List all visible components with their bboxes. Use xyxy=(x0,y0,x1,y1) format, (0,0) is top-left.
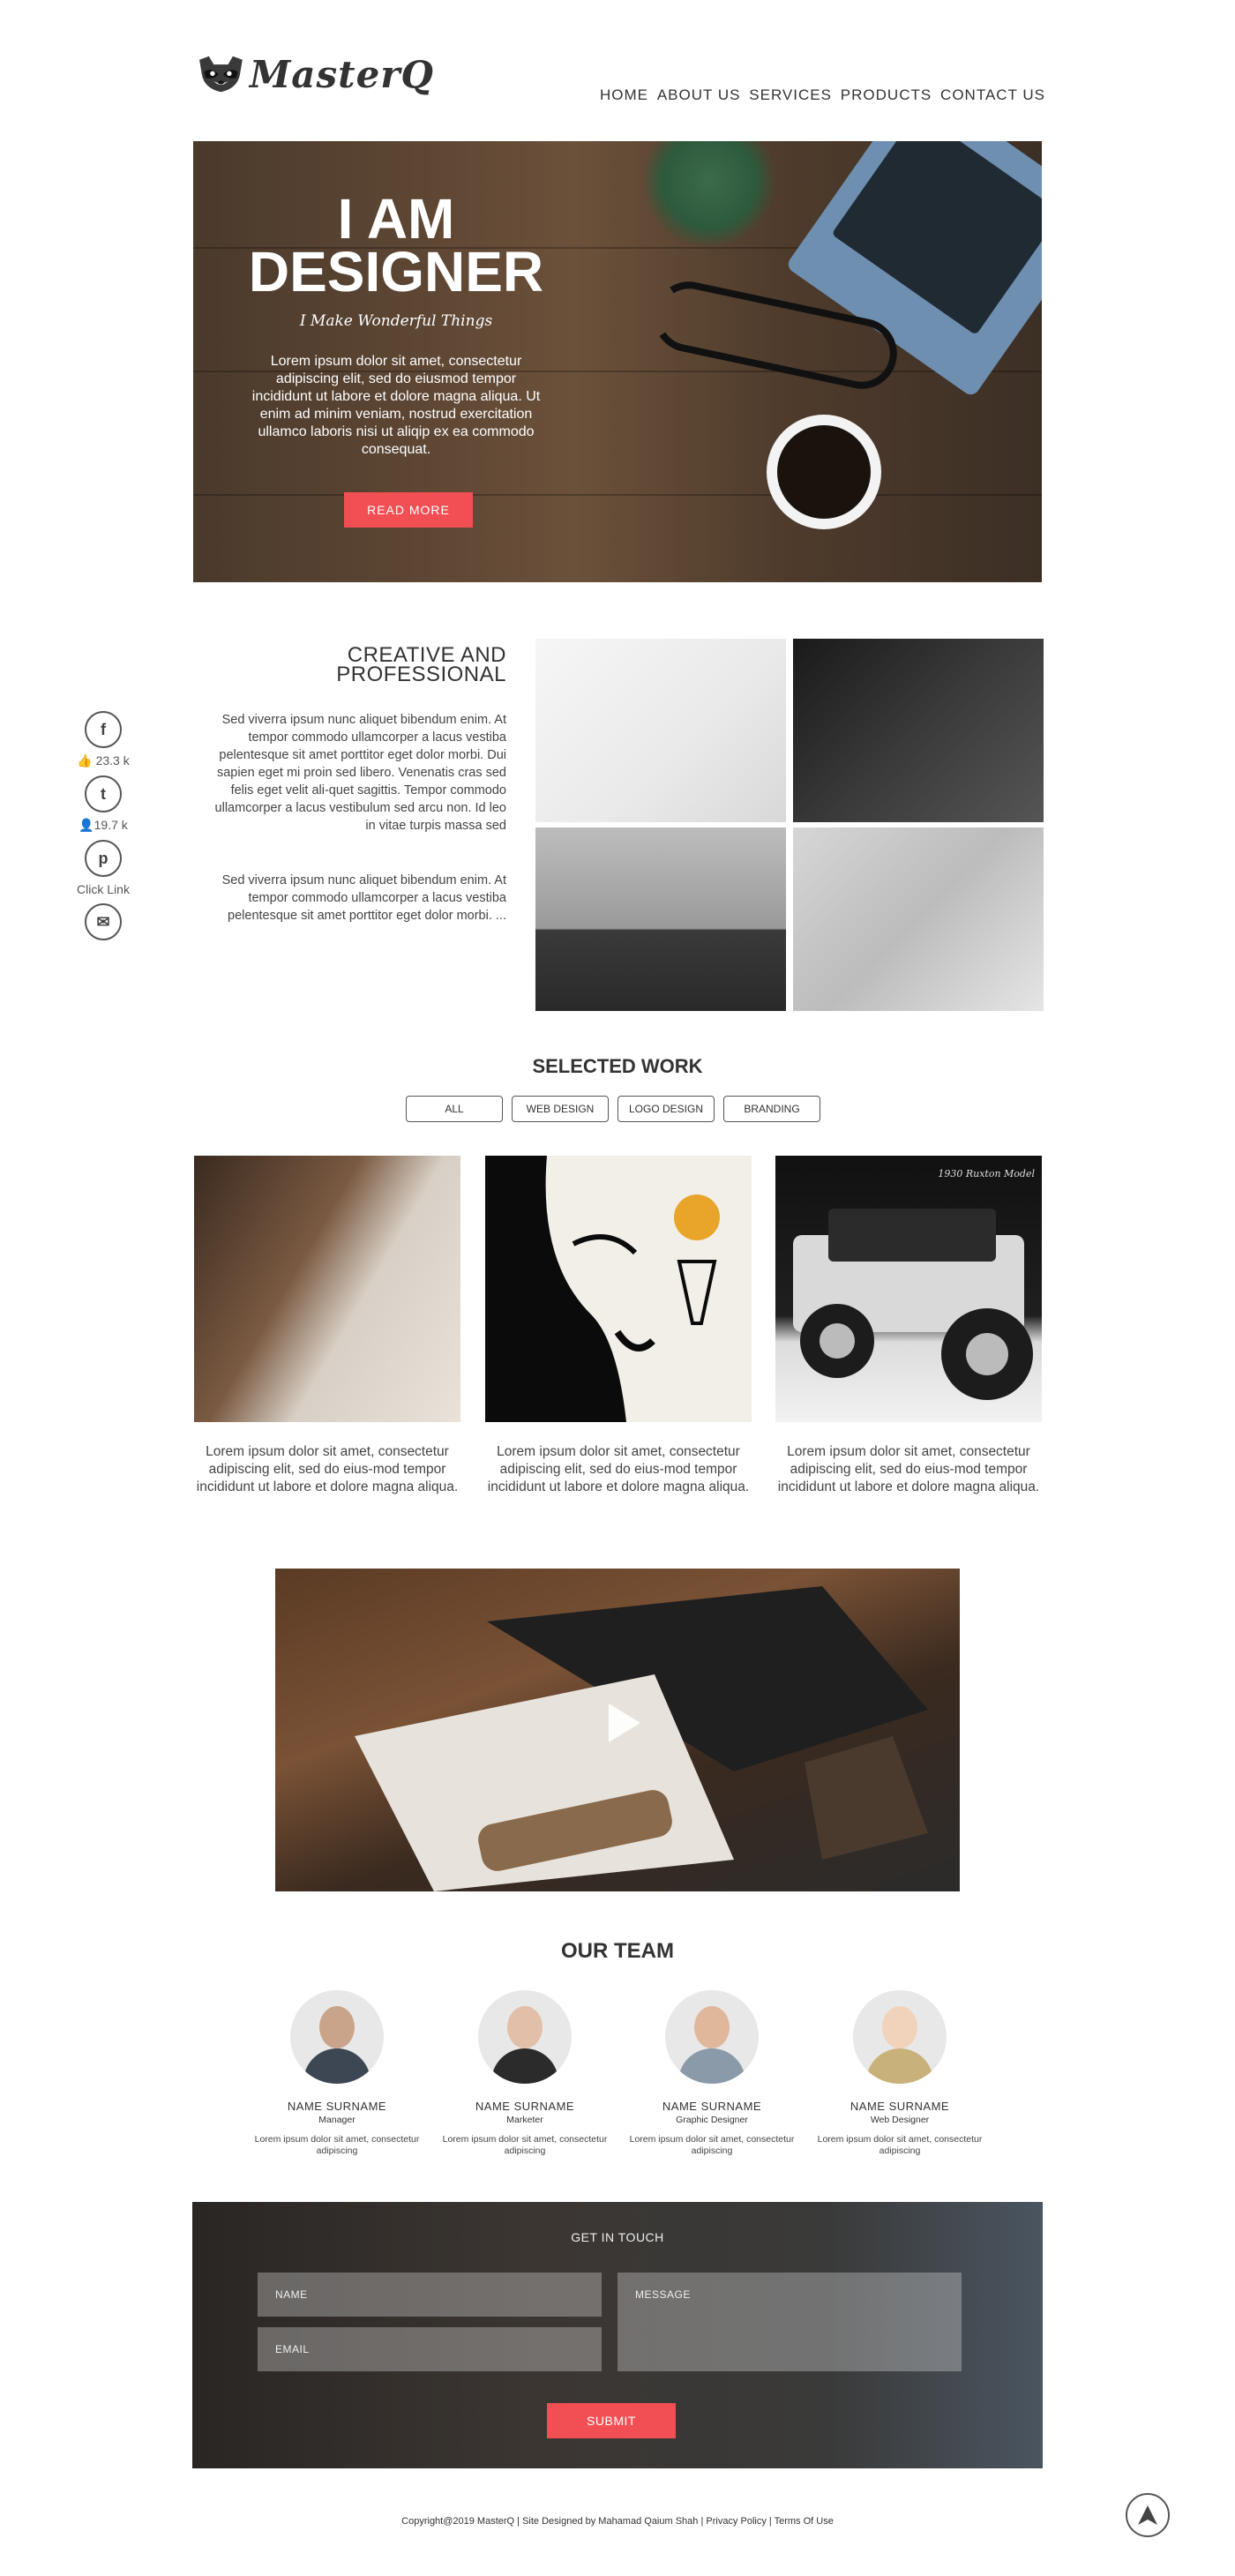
raccoon-logo-icon xyxy=(199,56,243,93)
twitter-icon[interactable]: t xyxy=(85,775,122,812)
hero-banner: I AM DESIGNER I Make Wonderful Things Lo… xyxy=(193,141,1042,582)
member-description: Lorem ipsum dolor sit amet, consectetur … xyxy=(442,2134,608,2156)
filter-branding-button[interactable]: BRANDING xyxy=(723,1096,820,1122)
member-description: Lorem ipsum dolor sit amet, consectetur … xyxy=(817,2134,983,2156)
nav-products[interactable]: PRODUCTS xyxy=(841,86,932,104)
car-image-label: 1930 Ruxton Model xyxy=(938,1168,1035,1179)
nav-home[interactable]: HOME xyxy=(600,86,648,104)
read-more-button[interactable]: READ MORE xyxy=(344,492,473,528)
member-name: NAME SURNAME xyxy=(475,2100,575,2113)
hero-title: I AM DESIGNER xyxy=(248,187,544,303)
social-sidebar: f 👍 23.3 k t 👤19.7 k p Click Link ✉ xyxy=(72,711,134,947)
filter-web-design-button[interactable]: WEB DESIGN xyxy=(512,1096,609,1122)
play-icon[interactable] xyxy=(609,1704,640,1742)
member-role: Graphic Designer xyxy=(676,2115,748,2125)
facebook-like-count: 👍 23.3 k xyxy=(77,753,130,768)
selected-work-title: SELECTED WORK xyxy=(532,1055,703,1077)
avatar xyxy=(478,1990,572,2084)
message-field[interactable]: MESSAGE xyxy=(618,2273,962,2371)
nav-services[interactable]: SERVICES xyxy=(749,86,832,104)
work-item-vintage-car-image[interactable]: 1930 Ruxton Model xyxy=(775,1156,1042,1422)
work-item-illustration-image[interactable] xyxy=(485,1156,752,1422)
name-field[interactable]: NAME xyxy=(258,2273,602,2317)
contact-title: GET IN TOUCH xyxy=(571,2230,664,2244)
coffee-cup-image xyxy=(767,415,881,529)
hero-subtitle: I Make Wonderful Things xyxy=(299,312,493,330)
member-role: Web Designer xyxy=(870,2115,930,2125)
brand-name: MasterQ xyxy=(249,52,434,96)
team-member-3: NAME SURNAME Graphic Designer Lorem ipsu… xyxy=(624,1990,800,2157)
hero-description: Lorem ipsum dolor sit amet, consectetur … xyxy=(251,354,541,457)
wood-plank-line xyxy=(193,494,1042,496)
creative-paragraph-2: Sed viverra ipsum nunc aliquet bibendum … xyxy=(221,873,506,923)
car-illustration-icon xyxy=(793,1209,1033,1400)
social-item-twitter: t 👤19.7 k xyxy=(72,775,134,833)
filter-logo-design-button[interactable]: LOGO DESIGN xyxy=(618,1096,715,1122)
avatar xyxy=(853,1990,947,2084)
member-role: Manager xyxy=(318,2115,356,2125)
facebook-icon[interactable]: f xyxy=(85,711,122,748)
back-to-top-button[interactable] xyxy=(1126,2493,1170,2537)
work-caption-3: Lorem ipsum dolor sit amet, consectetur … xyxy=(777,1444,1040,1494)
member-description: Lorem ipsum dolor sit amet, consectetur … xyxy=(254,2134,420,2156)
desk-devices-photo xyxy=(793,827,1044,1011)
submit-button[interactable]: SUBMIT xyxy=(547,2403,676,2438)
user-icon: 👤 xyxy=(79,818,94,832)
member-description: Lorem ipsum dolor sit amet, consectetur … xyxy=(629,2134,795,2156)
team-member-1: NAME SURNAME Manager Lorem ipsum dolor s… xyxy=(249,1990,425,2157)
glass-photo xyxy=(793,639,1044,822)
footer-text: Copyright@2019 MasterQ | Site Designed b… xyxy=(401,2516,834,2527)
creative-section-title: CREATIVE AND PROFESSIONAL xyxy=(336,643,506,686)
team-title: OUR TEAM xyxy=(561,1939,674,1963)
arrow-up-icon xyxy=(1138,2505,1157,2525)
work-caption-1: Lorem ipsum dolor sit amet, consectetur … xyxy=(196,1444,459,1494)
nav-contact-us[interactable]: CONTACT US xyxy=(940,86,1045,104)
brand-logo[interactable]: MasterQ xyxy=(196,39,434,109)
couple-bicycles-photo xyxy=(535,827,786,1011)
work-item-magazine-image[interactable] xyxy=(194,1156,460,1422)
filter-all-button[interactable]: ALL xyxy=(406,1096,503,1122)
work-caption-2: Lorem ipsum dolor sit amet, consectetur … xyxy=(487,1444,750,1494)
team-member-2: NAME SURNAME Marketer Lorem ipsum dolor … xyxy=(437,1990,613,2157)
member-role: Marketer xyxy=(506,2115,543,2125)
member-name: NAME SURNAME xyxy=(850,2100,950,2113)
email-field[interactable]: EMAIL xyxy=(258,2327,602,2371)
social-item-facebook: f 👍 23.3 k xyxy=(72,711,134,768)
creative-paragraph-1: Sed viverra ipsum nunc aliquet bibendum … xyxy=(214,713,506,833)
social-item-pinterest: p Click Link xyxy=(72,840,134,896)
pinterest-icon[interactable]: p xyxy=(85,840,122,877)
member-name: NAME SURNAME xyxy=(662,2100,762,2113)
thumbs-up-icon: 👍 xyxy=(77,753,93,768)
contact-section: GET IN TOUCH NAME EMAIL MESSAGE SUBMIT xyxy=(192,2202,1043,2468)
team-member-4: NAME SURNAME Web Designer Lorem ipsum do… xyxy=(812,1990,988,2157)
woman-illustration-icon xyxy=(485,1156,752,1422)
pinterest-click-link[interactable]: Click Link xyxy=(77,882,130,896)
nav-about-us[interactable]: ABOUT US xyxy=(657,86,741,104)
work-filters: ALL WEB DESIGN LOGO DESIGN BRANDING xyxy=(406,1096,820,1122)
social-item-mail: ✉ xyxy=(72,903,134,940)
mail-icon[interactable]: ✉ xyxy=(85,903,122,940)
twitter-follower-count: 👤19.7 k xyxy=(79,818,128,832)
avatar xyxy=(290,1990,384,2084)
video-player[interactable] xyxy=(275,1569,960,1891)
main-nav: HOME ABOUT US SERVICES PRODUCTS CONTACT … xyxy=(600,83,1045,108)
plant-image xyxy=(643,141,775,247)
avatar xyxy=(665,1990,759,2084)
member-name: NAME SURNAME xyxy=(287,2100,387,2113)
sketches-photo xyxy=(535,639,786,822)
